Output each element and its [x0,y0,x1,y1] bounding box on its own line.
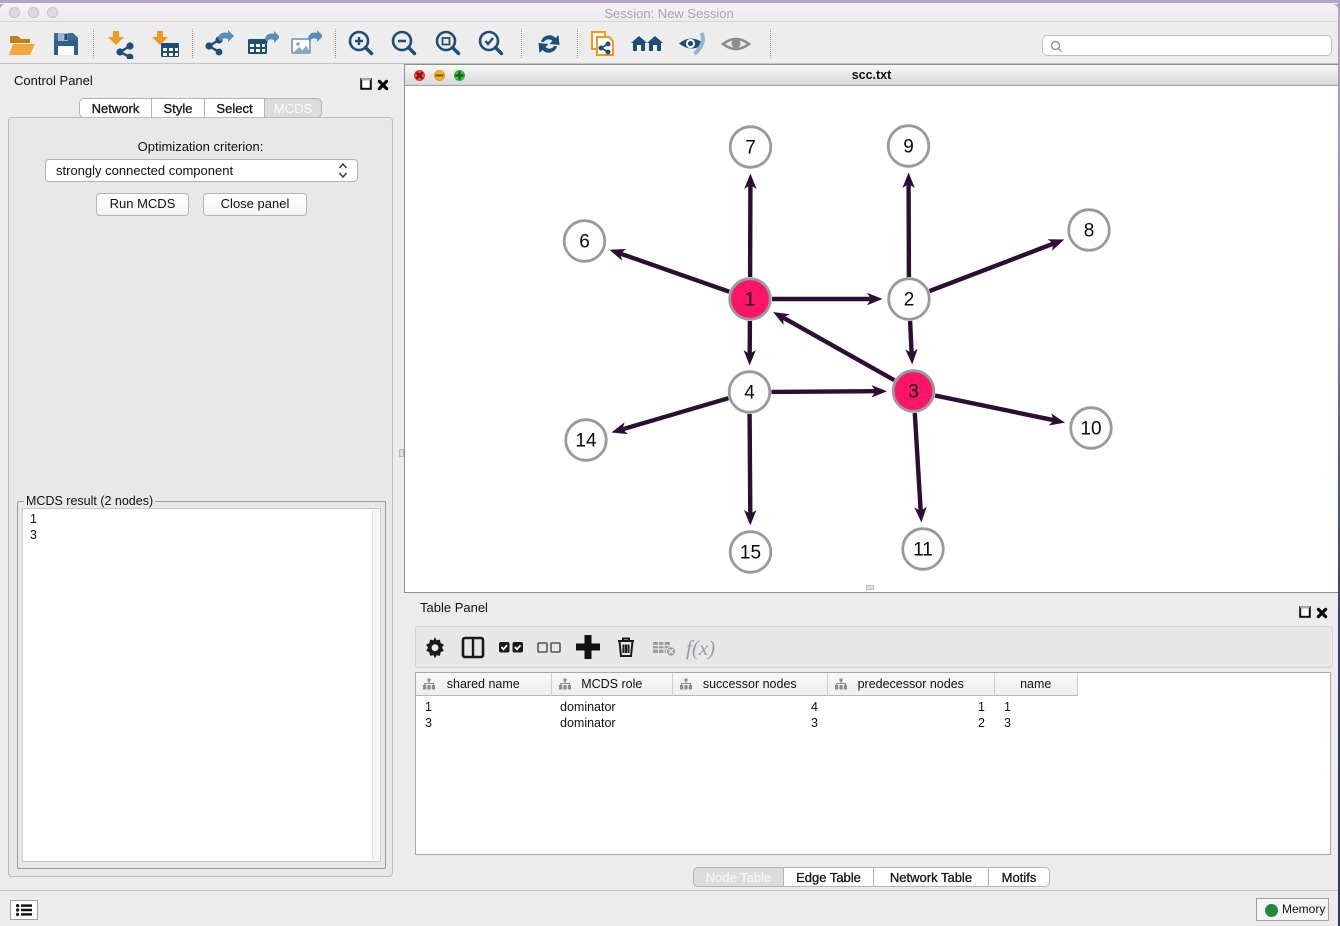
svg-text:f(x): f(x) [686,636,715,660]
svg-text:10: 10 [1080,419,1101,440]
svg-text:7: 7 [745,138,756,159]
svg-text:1: 1 [745,290,756,311]
svg-text:2: 2 [904,290,915,311]
svg-text:9: 9 [903,137,914,158]
svg-text:6: 6 [579,232,590,253]
svg-text:8: 8 [1084,221,1095,242]
svg-text:3: 3 [908,382,919,403]
svg-text:11: 11 [913,540,933,561]
svg-text:4: 4 [744,383,755,404]
svg-text:14: 14 [575,431,597,452]
svg-text:15: 15 [740,543,761,564]
